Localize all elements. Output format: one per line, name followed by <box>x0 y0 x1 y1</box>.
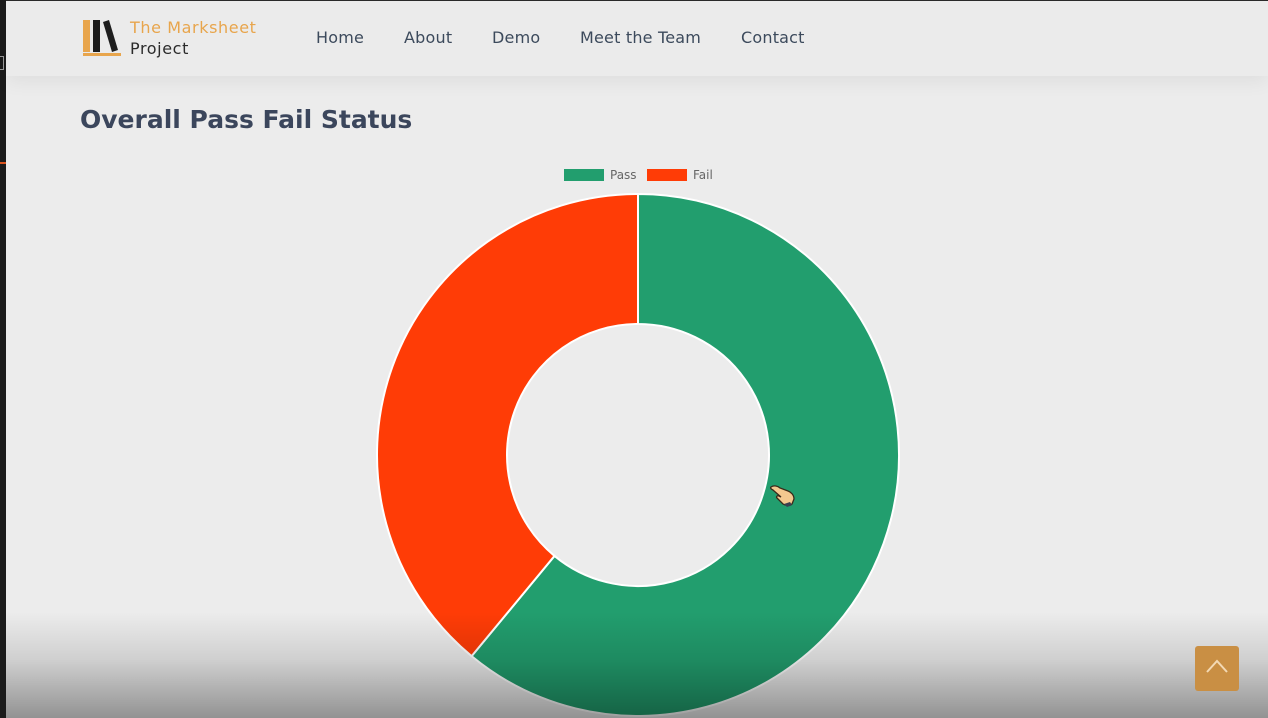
back-to-top-button[interactable] <box>1195 646 1239 691</box>
hand-cursor-icon <box>768 478 800 510</box>
chevron-up-icon <box>1206 659 1228 673</box>
doughnut-chart <box>376 192 900 717</box>
